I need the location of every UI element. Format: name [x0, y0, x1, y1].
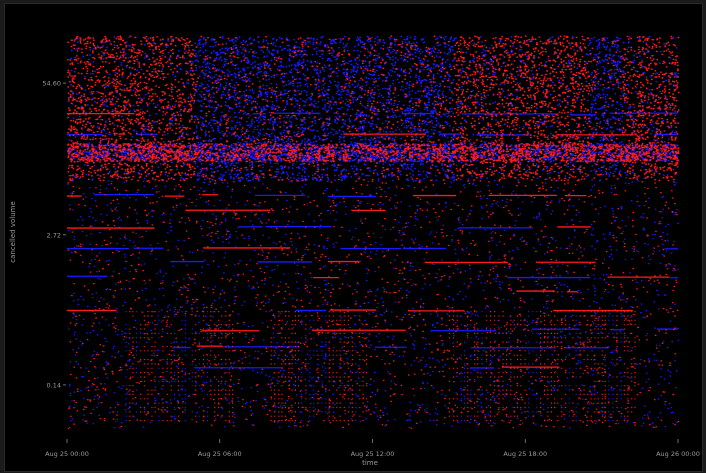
scatter-chart: 54.602.720.14 Aug 25 00:00 Aug 25 06:00 Au…	[9, 35, 700, 467]
x-axis: Aug 25 00:00 Aug 25 06:00 Aug 25 12:00 Aug …	[45, 439, 700, 458]
y-tick-label: 54.60	[42, 80, 61, 88]
plot-area	[67, 35, 680, 429]
x-tick-label: Aug 25 18:00	[503, 450, 547, 458]
series-blue-points	[67, 35, 680, 429]
chart-frame: 54.60 2.72 0.14 Aug 25 00:00 Aug 25 06:00 Au…	[4, 3, 703, 472]
y-tick-label: 2.72	[47, 231, 61, 239]
y-axis-label: cancelled volume	[9, 201, 17, 263]
x-tick-label: Aug 25 12:00	[351, 450, 395, 458]
x-tick-label: Aug 25 06:00	[198, 450, 242, 458]
x-tick-label: Aug 26 00:00	[656, 450, 700, 458]
y-tick-label: 0.14	[47, 381, 61, 389]
x-tick-label: Aug 25 00:00	[45, 450, 89, 458]
y-axis: 54.60 2.72 0.14	[42, 80, 66, 389]
x-axis-label: time	[362, 459, 378, 467]
series-red-points	[67, 35, 680, 429]
